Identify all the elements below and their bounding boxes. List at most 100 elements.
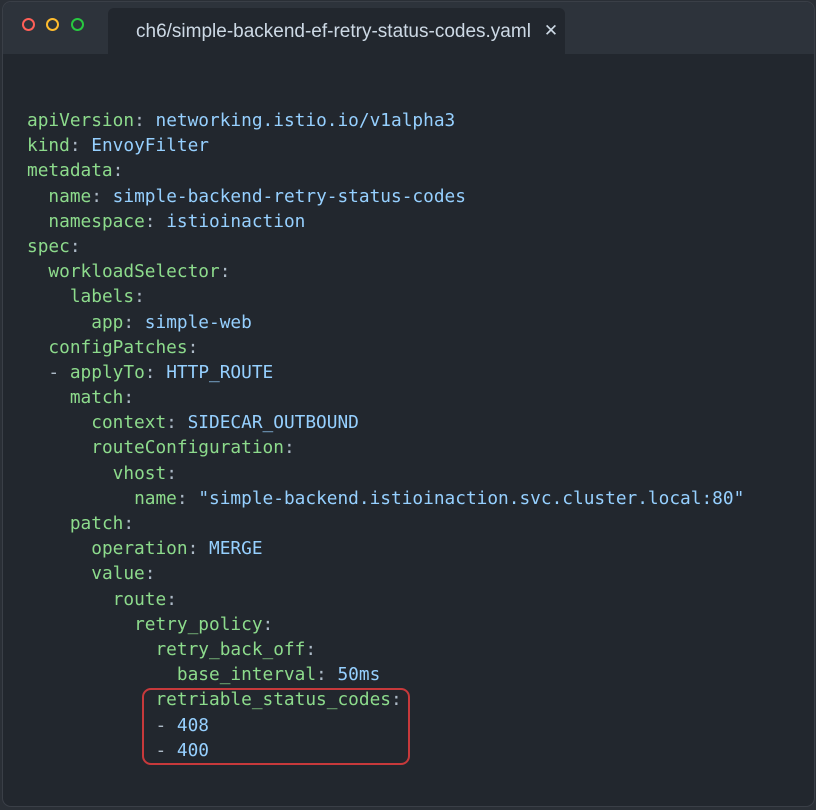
yaml-colon: : <box>283 437 295 459</box>
code-line: match: <box>27 385 744 410</box>
yaml-key: name <box>134 487 177 509</box>
yaml-key: patch <box>69 513 124 534</box>
yaml-colon: : <box>112 160 124 182</box>
yaml-key: spec <box>27 235 70 257</box>
file-tab[interactable]: ch6/simple-backend-ef-retry-status-codes… <box>108 8 565 54</box>
yaml-colon: : <box>134 286 145 308</box>
yaml-value: HTTP_ROUTE <box>166 361 274 383</box>
code-line: operation: MERGE <box>27 536 744 561</box>
yaml-colon: : <box>176 487 199 509</box>
yaml-key: workloadSelector <box>48 261 220 283</box>
code-line: vhost: <box>27 461 744 486</box>
yaml-colon: : <box>305 638 317 660</box>
yaml-key: value <box>91 563 145 585</box>
yaml-colon: : <box>144 361 167 383</box>
yaml-colon: : <box>166 588 177 610</box>
yaml-key: route <box>112 588 167 610</box>
yaml-colon: : <box>144 210 167 232</box>
yaml-colon: : <box>123 387 135 409</box>
yaml-key: retry_back_off <box>155 638 306 660</box>
close-window-icon[interactable] <box>22 18 35 31</box>
code-editor: apiVersion: networking.istio.io/v1alpha3… <box>27 108 744 763</box>
yaml-key: app <box>91 311 124 333</box>
code-line: route: <box>27 587 744 612</box>
code-line: context: SIDECAR_OUTBOUND <box>27 410 744 435</box>
yaml-key: configPatches <box>48 336 188 358</box>
yaml-key: namespace <box>48 210 145 232</box>
yaml-colon: : <box>262 613 274 635</box>
code-line: workloadSelector: <box>27 259 744 284</box>
code-line: app: simple-web <box>27 310 744 335</box>
title-bar: ch6/simple-backend-ef-retry-status-codes… <box>3 2 814 54</box>
yaml-colon: : <box>316 664 338 686</box>
yaml-colon: : <box>166 412 188 434</box>
yaml-key: operation <box>91 538 188 560</box>
yaml-key: metadata <box>27 160 113 182</box>
zoom-window-icon[interactable] <box>71 18 84 31</box>
yaml-colon: : <box>134 110 156 131</box>
yaml-key: apiVersion <box>27 110 135 131</box>
code-line: metadata: <box>27 158 744 183</box>
code-line: patch: <box>27 511 744 536</box>
code-line: name: simple-backend-retry-status-codes <box>27 184 744 209</box>
yaml-colon: : <box>91 185 113 207</box>
close-tab-icon[interactable]: ✕ <box>541 20 561 42</box>
yaml-colon: : <box>69 235 81 257</box>
highlight-box <box>142 688 410 765</box>
yaml-key: labels <box>69 286 135 308</box>
code-line: value: <box>27 561 744 586</box>
yaml-key: base_interval <box>176 664 317 686</box>
yaml-value: MERGE <box>209 538 263 560</box>
tab-title: ch6/simple-backend-ef-retry-status-codes… <box>136 21 531 42</box>
yaml-key: name <box>48 185 92 207</box>
yaml-value: SIDECAR_OUTBOUND <box>187 412 359 434</box>
yaml-colon: : <box>187 538 210 560</box>
code-line: base_interval: 50ms <box>27 662 744 687</box>
list-dash: - <box>48 361 70 383</box>
yaml-key: routeConfiguration <box>91 437 284 459</box>
code-line: name: "simple-backend.istioinaction.svc.… <box>27 486 744 511</box>
yaml-colon: : <box>123 513 135 534</box>
code-line: - applyTo: HTTP_ROUTE <box>27 360 744 385</box>
yaml-colon: : <box>69 135 92 157</box>
code-line: retry_back_off: <box>27 637 744 662</box>
yaml-colon: : <box>219 261 231 283</box>
minimize-window-icon[interactable] <box>46 18 59 31</box>
yaml-colon: : <box>166 462 177 484</box>
yaml-key: vhost <box>112 462 167 484</box>
editor-window: ch6/simple-backend-ef-retry-status-codes… <box>3 2 814 806</box>
code-line: routeConfiguration: <box>27 435 744 460</box>
yaml-key: retry_policy <box>134 613 263 635</box>
code-line: namespace: istioinaction <box>27 209 744 234</box>
code-line: labels: <box>27 284 744 309</box>
yaml-value: EnvoyFilter <box>91 135 210 157</box>
yaml-colon: : <box>187 336 199 358</box>
yaml-key: context <box>91 412 167 434</box>
code-line: spec: <box>27 234 744 259</box>
yaml-key: applyTo <box>69 361 145 383</box>
code-line: configPatches: <box>27 335 744 360</box>
yaml-value: "simple-backend.istioinaction.svc.cluste… <box>198 487 745 509</box>
yaml-value: simple-backend-retry-status-codes <box>112 185 466 207</box>
yaml-key: match <box>69 387 124 409</box>
